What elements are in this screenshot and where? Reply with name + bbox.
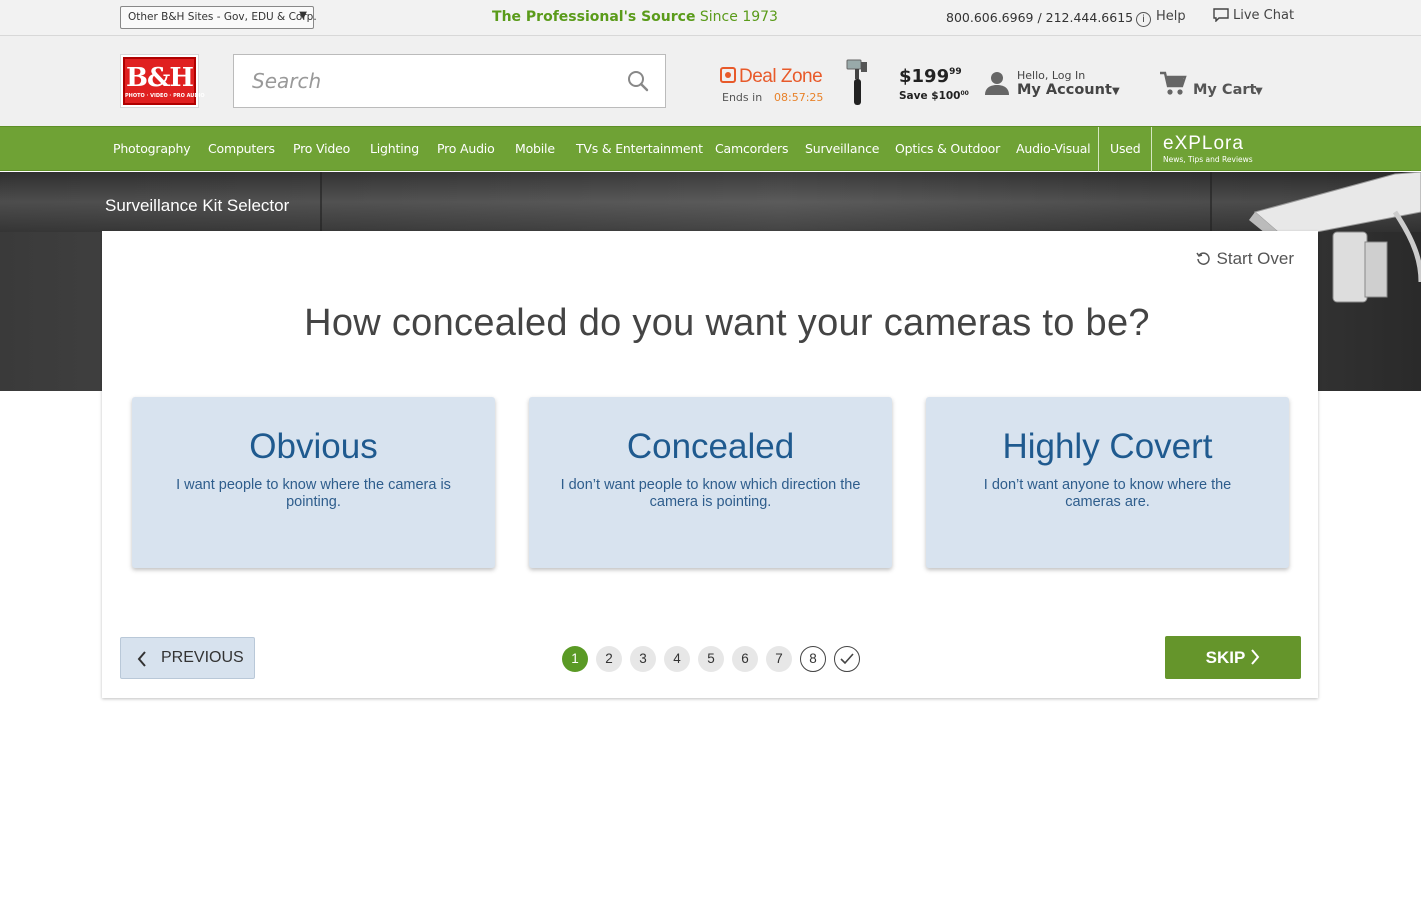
checkmark-icon: [840, 653, 854, 665]
search-icon[interactable]: [627, 70, 649, 92]
deal-price-dollars: $199: [899, 66, 950, 87]
nav-item-audio-visual[interactable]: Audio-Visual: [1016, 127, 1091, 172]
previous-button[interactable]: PREVIOUS: [120, 637, 255, 679]
help-link[interactable]: i Help: [1136, 9, 1186, 27]
step-1[interactable]: 1: [562, 646, 588, 672]
refresh-icon: [1195, 252, 1210, 265]
skip-button[interactable]: SKIP: [1165, 636, 1301, 679]
question-heading: How concealed do you want your cameras t…: [304, 302, 1150, 344]
option-concealed[interactable]: Concealed I don’t want people to know wh…: [529, 397, 892, 568]
cart-menu[interactable]: My Cart ▼: [1159, 71, 1263, 101]
nav-item-camcorders[interactable]: Camcorders: [715, 127, 788, 172]
deal-savings: Save $10000: [899, 90, 969, 102]
logo-badge: B&H PHOTO · VIDEO · PRO AUDIO: [123, 57, 205, 105]
step-4[interactable]: 4: [664, 646, 690, 672]
chevron-right-icon: [1251, 649, 1260, 665]
explora-link[interactable]: eXPLora News, Tips and Reviews: [1163, 133, 1253, 165]
option-description: I don’t want people to know which direct…: [560, 477, 861, 510]
live-chat-link[interactable]: Live Chat: [1213, 8, 1294, 23]
option-title: Highly Covert: [1002, 427, 1213, 466]
chevron-left-icon: [137, 651, 146, 667]
tagline-main: The Professional's Source: [492, 9, 696, 25]
nav-item-lighting[interactable]: Lighting: [370, 127, 419, 172]
nav-item-mobile[interactable]: Mobile: [515, 127, 555, 172]
user-icon: [985, 72, 1009, 95]
site-header: B&H PHOTO · VIDEO · PRO AUDIO Deal Zone …: [0, 36, 1421, 126]
deal-timer: 08:57:25: [774, 91, 824, 104]
previous-label: PREVIOUS: [161, 649, 244, 666]
option-description: I want people to know where the camera i…: [176, 477, 451, 510]
nav-item-tvs-entertainment[interactable]: TVs & Entertainment: [576, 127, 703, 172]
help-label: Help: [1156, 9, 1186, 24]
step-5[interactable]: 5: [698, 646, 724, 672]
option-highly-covert[interactable]: Highly Covert I don’t want anyone to kno…: [926, 397, 1289, 568]
option-title: Concealed: [626, 427, 795, 466]
option-title: Obvious: [249, 427, 378, 466]
search-box: [233, 54, 666, 108]
nav-item-photography[interactable]: Photography: [113, 127, 191, 172]
deal-price[interactable]: $19999 Save $10000: [899, 66, 969, 102]
live-chat-label: Live Chat: [1233, 8, 1295, 23]
gimbal-product-icon[interactable]: [843, 58, 873, 106]
main-nav: Photography Computers Pro Video Lighting…: [0, 126, 1421, 172]
option-obvious[interactable]: Obvious I want people to know where the …: [132, 397, 495, 568]
start-over-label: Start Over: [1216, 249, 1294, 268]
nav-item-surveillance[interactable]: Surveillance: [805, 127, 879, 172]
deal-price-cents: 99: [949, 67, 962, 77]
nav-divider: [1098, 127, 1099, 172]
deal-zone-icon: [720, 67, 736, 83]
deal-zone-title: Deal Zone: [720, 66, 823, 88]
page-title: Surveillance Kit Selector: [105, 196, 290, 215]
explora-subtitle: News, Tips and Reviews: [1163, 155, 1253, 164]
cart-caret-icon: ▼: [1255, 86, 1263, 97]
bh-logo[interactable]: B&H PHOTO · VIDEO · PRO AUDIO: [120, 54, 205, 108]
nav-item-computers[interactable]: Computers: [208, 127, 275, 172]
tagline-since: Since 1973: [695, 9, 778, 25]
step-2[interactable]: 2: [596, 646, 622, 672]
account-caret-icon: ▼: [1112, 86, 1120, 97]
account-hello: Hello, Log In: [1017, 69, 1086, 82]
utility-bar: Other B&H Sites - Gov, EDU & Corp. ▼ The…: [0, 0, 1421, 36]
info-icon: i: [1136, 12, 1151, 27]
deal-savings-text: Save $100: [899, 90, 961, 102]
nav-item-used[interactable]: Used: [1110, 127, 1141, 172]
nav-item-optics-outdoor[interactable]: Optics & Outdoor: [895, 127, 1000, 172]
phone-numbers: 800.606.6969 / 212.444.6615: [946, 10, 1134, 25]
nav-item-pro-audio[interactable]: Pro Audio: [437, 127, 495, 172]
cart-icon: [1160, 71, 1187, 95]
kit-selector-card: Start Over How concealed do you want you…: [102, 231, 1318, 698]
chat-bubble-icon: [1213, 8, 1229, 23]
step-7[interactable]: 7: [766, 646, 792, 672]
step-finish[interactable]: [834, 646, 860, 672]
step-6[interactable]: 6: [732, 646, 758, 672]
step-8[interactable]: 8: [800, 646, 826, 672]
option-description: I don’t want anyone to know where the ca…: [983, 477, 1232, 510]
explora-logo: eXPLora: [1163, 133, 1244, 154]
start-over-button[interactable]: Start Over: [1195, 249, 1294, 269]
skip-label: SKIP: [1205, 648, 1246, 667]
account-label: My Account: [1017, 82, 1112, 98]
deal-zone-deal: Deal: [739, 66, 777, 87]
step-3[interactable]: 3: [630, 646, 656, 672]
deal-zone[interactable]: Deal Zone Ends in 08:57:25: [720, 66, 823, 104]
deal-savings-cents: 00: [960, 90, 969, 97]
deal-zone-zone: Zone: [780, 66, 823, 87]
logo-letters: B&H: [125, 63, 194, 93]
nav-item-pro-video[interactable]: Pro Video: [293, 127, 350, 172]
nav-divider: [1151, 127, 1152, 172]
cart-label: My Cart: [1193, 82, 1257, 98]
logo-subtitle: PHOTO · VIDEO · PRO AUDIO: [125, 93, 205, 99]
deal-ends-label: Ends in: [722, 91, 763, 104]
deal-price-amount: $19999: [899, 66, 962, 87]
search-input[interactable]: [252, 67, 612, 95]
